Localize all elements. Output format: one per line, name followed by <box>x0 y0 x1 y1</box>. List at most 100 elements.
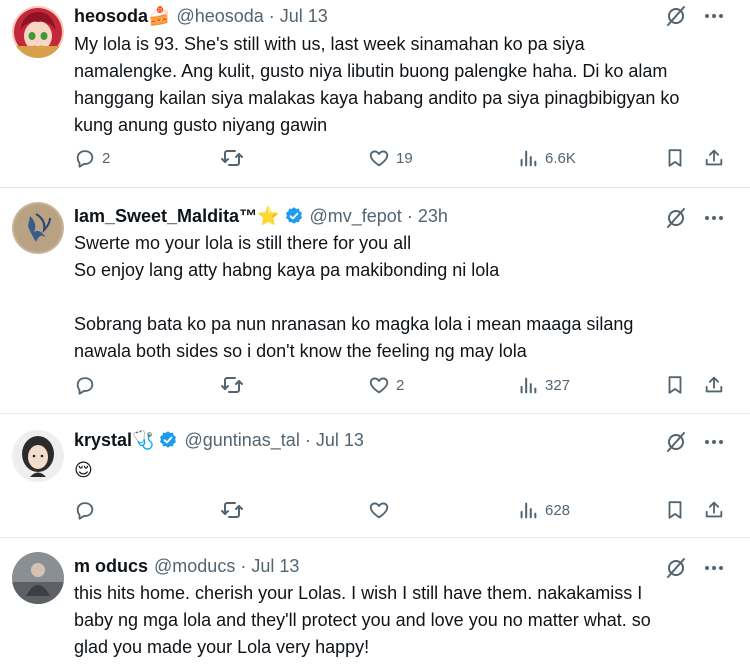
avatar[interactable] <box>12 552 64 604</box>
like-icon <box>368 147 390 169</box>
display-name[interactable]: krystal <box>74 430 132 451</box>
like-button[interactable]: 2 <box>368 372 404 398</box>
user-handle[interactable]: @heosoda <box>176 6 263 27</box>
separator-dot: · <box>240 555 247 576</box>
tweet-header: Iam_Sweet_Maldita™ ⭐ @mv_fepot · 23h <box>74 204 448 228</box>
reply-button[interactable] <box>74 497 102 523</box>
retweet-button[interactable] <box>220 372 250 398</box>
verified-badge-icon <box>158 430 178 450</box>
tweet-text-line: namalengke. Ang kulit, gusto niya libuti… <box>74 61 668 81</box>
share-icon <box>703 499 725 521</box>
views-button[interactable]: 628 <box>517 497 570 523</box>
tweet-text-line <box>74 284 730 311</box>
tweet-text: Swerte mo your lola is still there for y… <box>74 230 730 365</box>
retweet-button[interactable] <box>220 145 250 171</box>
tweet-text: 😌 <box>74 457 730 484</box>
tweet-text: My lola is 93. She's still with us, last… <box>74 31 730 139</box>
retweet-icon <box>220 373 244 397</box>
like-count: 2 <box>396 376 405 394</box>
separator-dot: · <box>304 429 311 450</box>
reply-count: 2 <box>102 149 111 167</box>
action-bar: 628 <box>74 497 729 523</box>
avatar[interactable] <box>12 430 64 482</box>
views-icon <box>517 499 539 521</box>
tweet-text: this hits home. cherish your Lolas. I wi… <box>74 580 730 661</box>
tweet-text-line: 😌 <box>74 460 93 480</box>
bookmark-button[interactable] <box>664 372 686 398</box>
timestamp[interactable]: Jul 13 <box>280 6 328 27</box>
share-icon <box>703 374 725 396</box>
like-button[interactable]: 19 <box>368 145 413 171</box>
grok-icon[interactable] <box>664 4 688 28</box>
user-handle[interactable]: @mv_fepot <box>310 206 402 227</box>
views-button[interactable]: 6.6K <box>517 145 576 171</box>
reply-button[interactable] <box>74 372 102 398</box>
like-button[interactable] <box>368 497 396 523</box>
grok-icon[interactable] <box>664 556 688 580</box>
verified-badge-icon <box>284 206 304 226</box>
action-bar: 2 327 <box>74 372 729 398</box>
share-button[interactable] <box>703 145 725 171</box>
views-icon <box>517 147 539 169</box>
reply-icon <box>74 374 96 396</box>
tweet-text-line: nawala both sides so i don't know the fe… <box>74 341 527 361</box>
tweet-header: heosoda 🍰 @heosoda · Jul 13 <box>74 4 328 28</box>
more-icon[interactable] <box>702 556 726 580</box>
avatar[interactable] <box>12 6 64 58</box>
bookmark-icon <box>664 499 686 521</box>
tweet[interactable]: heosoda 🍰 @heosoda · Jul 13 My lola is 9… <box>0 0 750 188</box>
tweet-text-line: Sobrang bata ko pa nun nranasan ko magka… <box>74 314 634 334</box>
more-icon[interactable] <box>702 206 726 230</box>
tweet-text-line: Swerte mo your lola is still there for y… <box>74 233 412 253</box>
retweet-icon <box>220 498 244 522</box>
bookmark-button[interactable] <box>664 145 686 171</box>
tweet-text-line: hanggang kailan siya malakas kaya habang… <box>74 88 680 108</box>
star-emoji-icon: ⭐ <box>257 205 280 226</box>
tweet-header: m oducs @moducs · Jul 13 <box>74 554 299 578</box>
view-count: 6.6K <box>545 149 576 167</box>
tweet-text-line: this hits home. cherish your Lolas. I wi… <box>74 583 643 603</box>
more-icon[interactable] <box>702 4 726 28</box>
like-icon <box>368 499 390 521</box>
tweet-text-line: My lola is 93. She's still with us, last… <box>74 34 585 54</box>
tweet[interactable]: Iam_Sweet_Maldita™ ⭐ @mv_fepot · 23h Swe… <box>0 188 750 414</box>
user-handle[interactable]: @moducs <box>154 556 235 577</box>
tweet[interactable]: m oducs @moducs · Jul 13 this hits home.… <box>0 538 750 672</box>
retweet-button[interactable] <box>220 497 250 523</box>
reply-icon <box>74 147 96 169</box>
retweet-icon <box>220 146 244 170</box>
cake-emoji-icon: 🍰 <box>148 5 171 26</box>
avatar[interactable] <box>12 202 64 254</box>
grok-icon[interactable] <box>664 430 688 454</box>
stethoscope-emoji-icon: 🩺 <box>132 429 155 450</box>
display-name[interactable]: m oducs <box>74 556 148 577</box>
views-icon <box>517 374 539 396</box>
share-button[interactable] <box>703 497 725 523</box>
tweet-text-line: glad you made your Lola very happy! <box>74 637 370 657</box>
timestamp[interactable]: Jul 13 <box>251 556 299 577</box>
separator-dot: · <box>268 5 275 26</box>
tweet-header: krystal 🩺 @guntinas_tal · Jul 13 <box>74 428 364 452</box>
tweet-text-line: So enjoy lang atty habng kaya pa makibon… <box>74 260 500 280</box>
reply-button[interactable]: 2 <box>74 145 110 171</box>
more-icon[interactable] <box>702 430 726 454</box>
grok-icon[interactable] <box>664 206 688 230</box>
timestamp[interactable]: 23h <box>418 206 448 227</box>
bookmark-icon <box>664 374 686 396</box>
display-name[interactable]: Iam_Sweet_Maldita™ <box>74 206 257 227</box>
tweet[interactable]: krystal 🩺 @guntinas_tal · Jul 13 😌 628 <box>0 414 750 538</box>
share-icon <box>703 147 725 169</box>
bookmark-icon <box>664 147 686 169</box>
action-bar: 2 19 6.6K <box>74 145 729 171</box>
share-button[interactable] <box>703 372 725 398</box>
user-handle[interactable]: @guntinas_tal <box>184 430 299 451</box>
tweet-text-line: kung anung gusto niyang gawin <box>74 115 328 135</box>
view-count: 327 <box>545 376 571 394</box>
separator-dot: · <box>406 205 413 226</box>
like-icon <box>368 374 390 396</box>
display-name[interactable]: heosoda <box>74 6 148 27</box>
views-button[interactable]: 327 <box>517 372 570 398</box>
view-count: 628 <box>545 501 571 519</box>
bookmark-button[interactable] <box>664 497 686 523</box>
timestamp[interactable]: Jul 13 <box>316 430 364 451</box>
